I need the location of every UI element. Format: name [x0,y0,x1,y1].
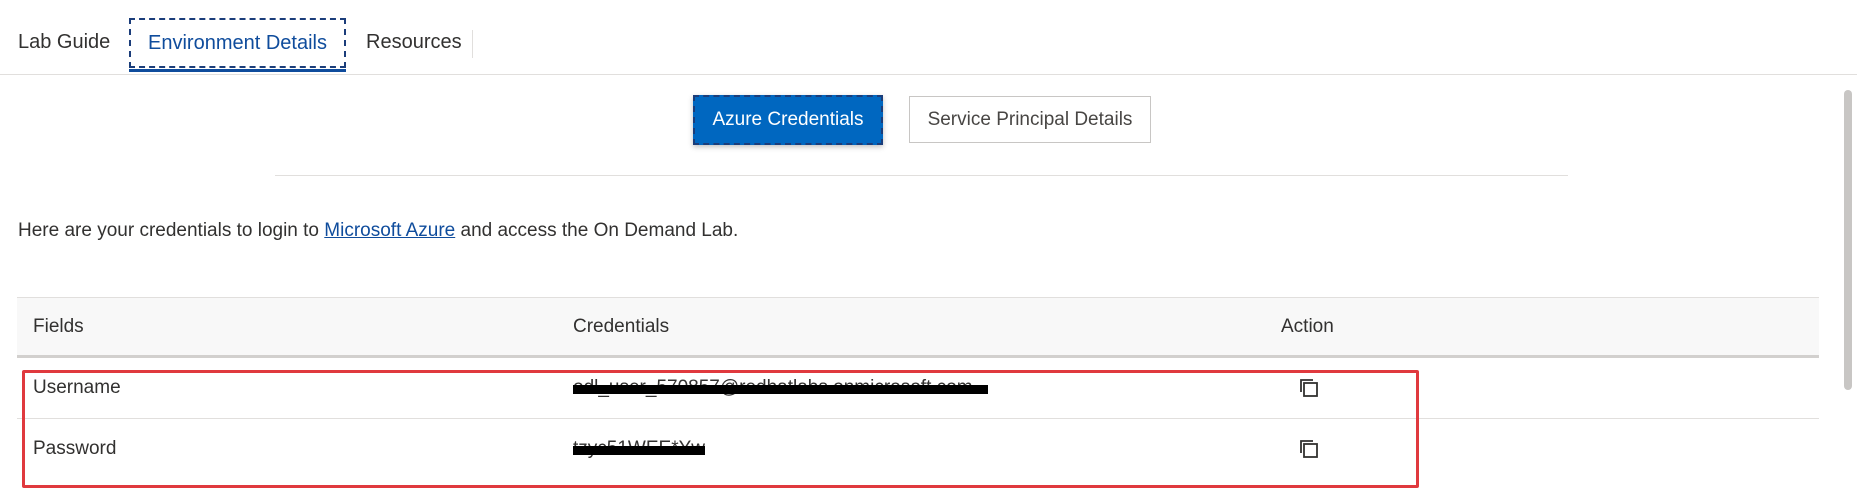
tab-bar: Lab Guide Environment Details Resources [0,0,1857,75]
scrollbar[interactable] [1844,90,1852,390]
page: Lab Guide Environment Details Resources … [0,0,1857,500]
tab-environment-details[interactable]: Environment Details [129,18,346,72]
tab-separator [472,30,473,58]
header-credentials: Credentials [573,316,670,337]
header-action: Action [1281,316,1334,337]
table-header: Fields Credentials Action [17,297,1819,358]
microsoft-azure-link[interactable]: Microsoft Azure [324,220,455,241]
divider [275,175,1568,176]
highlight-box [22,370,1419,488]
intro-prefix: Here are your credentials to login to [18,220,325,241]
header-fields: Fields [33,316,84,337]
azure-credentials-button[interactable]: Azure Credentials [693,95,883,145]
intro-text: Here are your credentials to login to Mi… [18,220,738,242]
intro-suffix: and access the On Demand Lab. [455,220,739,241]
tab-resources[interactable]: Resources [348,18,480,72]
tab-lab-guide[interactable]: Lab Guide [0,18,128,72]
service-principal-details-button[interactable]: Service Principal Details [909,96,1151,143]
